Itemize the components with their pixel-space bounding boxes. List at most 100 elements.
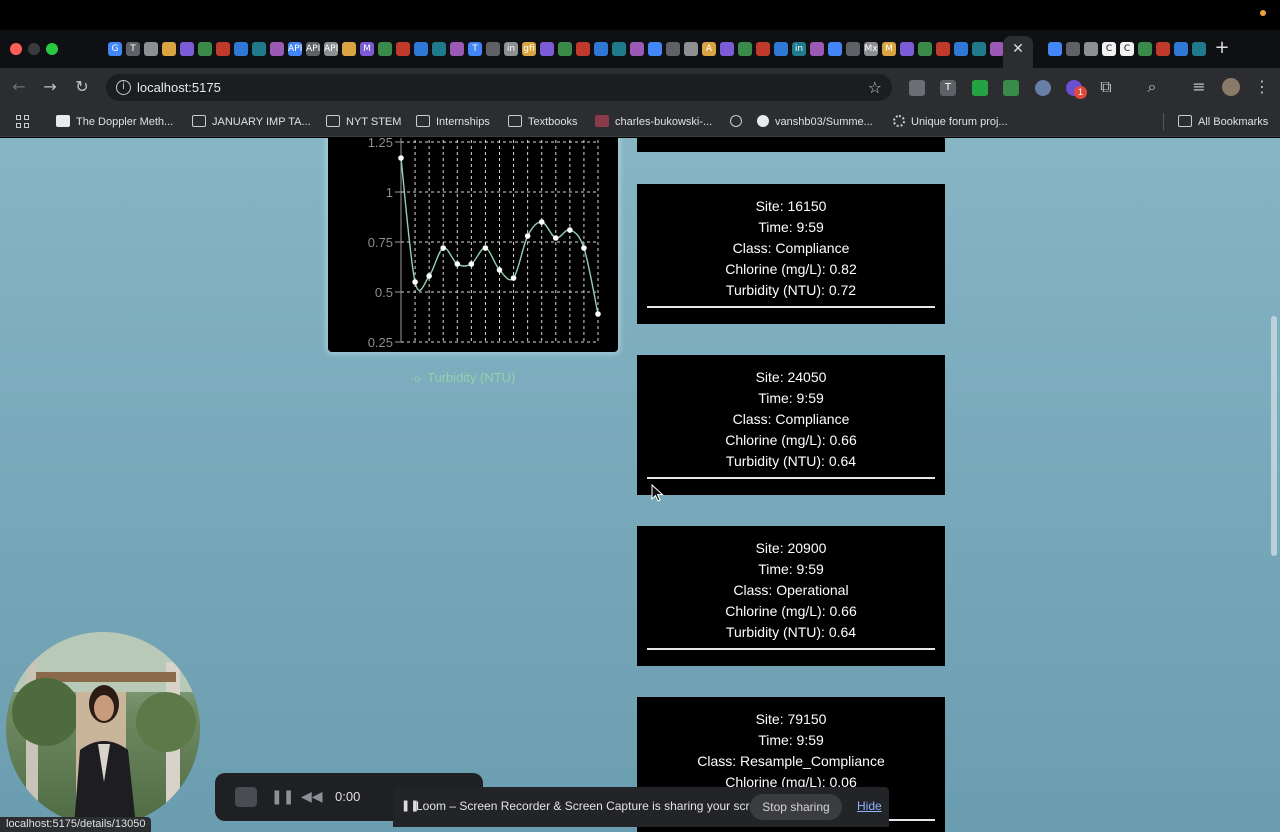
page-scrollbar[interactable] <box>1271 316 1277 556</box>
tab-favicon-icon[interactable] <box>972 42 986 56</box>
profile-avatar[interactable] <box>1222 78 1240 96</box>
shield-extension-icon[interactable] <box>1035 80 1051 96</box>
tab-favicon-icon[interactable] <box>270 42 284 56</box>
minimize-window-button[interactable] <box>28 43 40 55</box>
reading-card[interactable]: Site: 24050 Time: 9:59 Class: Compliance… <box>637 355 945 495</box>
tab-favicon-icon[interactable] <box>540 42 554 56</box>
tab-favicon-icon[interactable]: Mx <box>864 42 878 56</box>
tab-favicon-icon[interactable] <box>918 42 932 56</box>
tab-favicon-icon[interactable]: T <box>126 42 140 56</box>
tab-favicon-icon[interactable] <box>1156 42 1170 56</box>
tab-favicon-icon[interactable] <box>144 42 158 56</box>
all-bookmarks-folder[interactable]: All Bookmarks <box>1178 114 1268 130</box>
bookmark-folder[interactable]: NYT STEM <box>326 114 401 130</box>
bookmark-item[interactable]: Unique forum proj... <box>893 114 1008 130</box>
tab-favicon-icon[interactable] <box>162 42 176 56</box>
webcam-bubble[interactable] <box>6 632 200 826</box>
stop-recording-button[interactable] <box>235 787 257 807</box>
chart-legend[interactable]: -o- Turbidity (NTU) <box>411 370 515 385</box>
tab-favicon-icon[interactable] <box>1084 42 1098 56</box>
apps-grid-icon[interactable] <box>16 115 30 129</box>
bookmark-item[interactable] <box>730 114 748 130</box>
tab-favicon-icon[interactable] <box>234 42 248 56</box>
tab-favicon-icon[interactable] <box>720 42 734 56</box>
tab-favicon-icon[interactable]: gfi <box>522 42 536 56</box>
reading-card[interactable]: Site: 20900 Time: 9:59 Class: Operationa… <box>637 526 945 666</box>
tab-favicon-icon[interactable] <box>936 42 950 56</box>
tab-favicon-icon[interactable]: API <box>306 42 320 56</box>
tab-search-icon[interactable]: ⌕ <box>1143 78 1161 96</box>
bookmark-folder[interactable]: Internships <box>416 114 490 130</box>
tab-favicon-icon[interactable] <box>216 42 230 56</box>
tab-favicon-icon[interactable]: C <box>1120 42 1134 56</box>
tab-favicon-icon[interactable] <box>396 42 410 56</box>
extension-icon[interactable] <box>1003 80 1019 96</box>
site-info-icon[interactable]: i <box>116 80 131 95</box>
tab-favicon-icon[interactable] <box>252 42 266 56</box>
tab-favicon-icon[interactable]: in <box>792 42 806 56</box>
tab-favicon-icon[interactable] <box>558 42 572 56</box>
media-control-icon[interactable]: ≡ <box>1190 78 1208 96</box>
close-window-button[interactable] <box>10 43 22 55</box>
tab-favicon-icon[interactable]: in <box>504 42 518 56</box>
tab-favicon-icon[interactable] <box>414 42 428 56</box>
tab-favicon-icon[interactable] <box>612 42 626 56</box>
tab-favicon-icon[interactable] <box>594 42 608 56</box>
tab-favicon-icon[interactable]: A <box>702 42 716 56</box>
address-bar[interactable]: i localhost:5175 ☆ <box>106 74 892 101</box>
hide-sharing-bar-link[interactable]: Hide <box>857 799 882 813</box>
bookmark-folder[interactable]: JANUARY IMP TA... <box>192 114 311 130</box>
tab-favicon-icon[interactable] <box>432 42 446 56</box>
forward-arrow-icon[interactable]: → <box>41 78 59 96</box>
tab-favicon-icon[interactable]: C <box>1102 42 1116 56</box>
tab-favicon-icon[interactable] <box>900 42 914 56</box>
tab-favicon-icon[interactable] <box>1066 42 1080 56</box>
tab-favicon-icon[interactable] <box>846 42 860 56</box>
tab-favicon-icon[interactable]: G <box>108 42 122 56</box>
tab-favicon-icon[interactable] <box>450 42 464 56</box>
more-menu-icon[interactable]: ⋮ <box>1253 78 1271 96</box>
new-tab-button[interactable]: + <box>1213 39 1231 57</box>
reload-icon[interactable]: ↻ <box>73 78 91 96</box>
tab-favicon-icon[interactable] <box>576 42 590 56</box>
extension-icon[interactable] <box>972 80 988 96</box>
tab-favicon-icon[interactable] <box>828 42 842 56</box>
tab-favicon-icon[interactable] <box>666 42 680 56</box>
bookmark-item[interactable]: The Doppler Meth... <box>56 114 173 130</box>
tab-favicon-icon[interactable] <box>756 42 770 56</box>
tab-favicon-icon[interactable] <box>954 42 968 56</box>
restart-icon[interactable]: ◀◀ <box>301 789 323 805</box>
reading-card[interactable]: Site: 16150 Time: 9:59 Class: Compliance… <box>637 184 945 324</box>
extension-icon[interactable] <box>909 80 925 96</box>
tab-favicon-icon[interactable] <box>378 42 392 56</box>
tab-favicon-icon[interactable]: M <box>360 42 374 56</box>
tab-favicon-icon[interactable]: T <box>468 42 482 56</box>
tab-favicon-icon[interactable] <box>1138 42 1152 56</box>
stop-sharing-button[interactable]: Stop sharing <box>750 794 842 820</box>
address-url[interactable]: localhost:5175 <box>137 80 221 95</box>
zoom-window-button[interactable] <box>46 43 58 55</box>
tab-favicon-icon[interactable] <box>1192 42 1206 56</box>
tab-favicon-icon[interactable] <box>630 42 644 56</box>
tab-favicon-icon[interactable] <box>738 42 752 56</box>
back-arrow-icon[interactable]: ← <box>10 78 28 96</box>
bookmark-folder[interactable]: Textbooks <box>508 114 578 130</box>
tab-favicon-icon[interactable] <box>774 42 788 56</box>
bookmark-item[interactable]: vanshb03/Summe... <box>757 114 873 130</box>
tab-favicon-icon[interactable] <box>342 42 356 56</box>
bookmark-star-icon[interactable]: ☆ <box>868 78 882 97</box>
tab-favicon-icon[interactable] <box>486 42 500 56</box>
puzzle-extensions-icon[interactable]: ⧉ <box>1097 78 1115 96</box>
tab-favicon-icon[interactable] <box>180 42 194 56</box>
tab-favicon-icon[interactable] <box>990 42 1004 56</box>
tab-favicon-icon[interactable] <box>198 42 212 56</box>
tab-favicon-icon[interactable]: API <box>288 42 302 56</box>
tab-favicon-icon[interactable] <box>684 42 698 56</box>
tab-favicon-icon[interactable]: API <box>324 42 338 56</box>
close-tab-icon[interactable]: ✕ <box>1010 41 1026 57</box>
tab-favicon-icon[interactable] <box>810 42 824 56</box>
bookmark-item[interactable]: charles-bukowski-... <box>595 114 712 130</box>
tab-favicon-icon[interactable] <box>1048 42 1062 56</box>
pause-icon[interactable]: ❚❚ <box>271 789 294 805</box>
tab-favicon-icon[interactable]: M <box>882 42 896 56</box>
